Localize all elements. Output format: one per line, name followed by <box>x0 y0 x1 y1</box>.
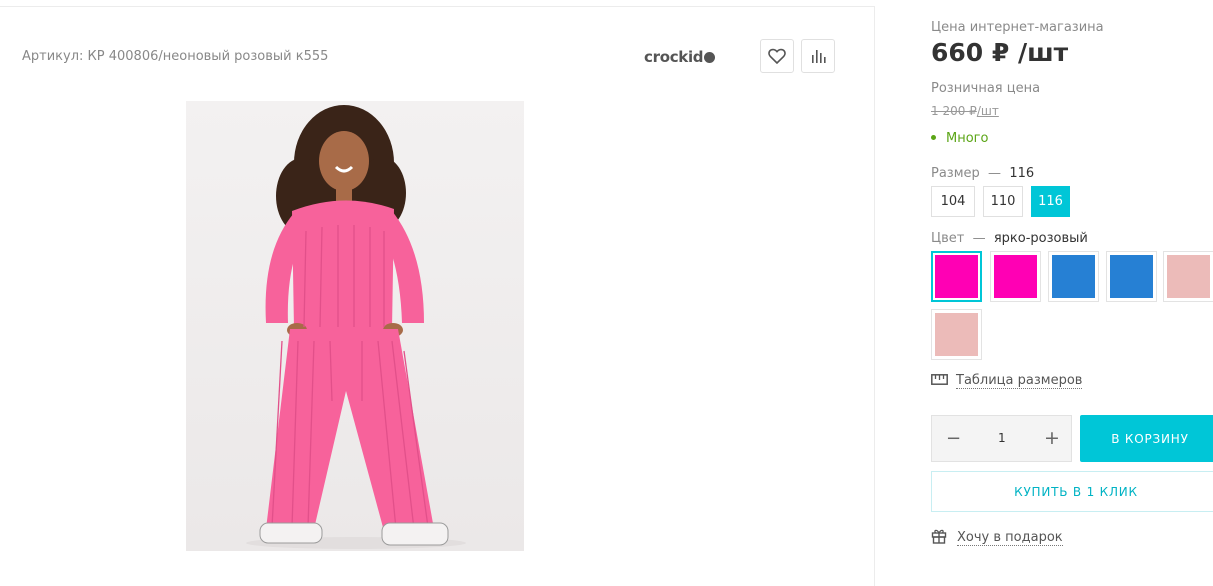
size-table-text: Таблица размеров <box>956 373 1083 389</box>
swatch-fill <box>1110 255 1153 298</box>
color-label: Цвет — ярко-розовый <box>931 231 1088 246</box>
compare-chart-icon <box>812 50 826 63</box>
product-photo[interactable] <box>186 101 524 551</box>
selected-color: ярко-розовый <box>993 231 1088 246</box>
gift-text: Хочу в подарок <box>957 530 1063 546</box>
decrease-quantity-button[interactable]: − <box>946 428 961 449</box>
swatch-fill <box>1052 255 1095 298</box>
size-option-104[interactable]: 104 <box>931 186 975 217</box>
stock-status: Много <box>931 131 988 146</box>
size-option-116[interactable]: 116 <box>1031 186 1070 217</box>
color-swatch[interactable] <box>990 251 1041 302</box>
color-swatch[interactable] <box>1163 251 1213 302</box>
increase-quantity-button[interactable]: + <box>1044 427 1060 449</box>
stock-text: Много <box>946 131 989 146</box>
color-label-text: Цвет <box>931 231 965 246</box>
retail-price: 1 200 ₽/шт <box>931 104 999 118</box>
buy-one-click-button[interactable]: КУПИТЬ В 1 КЛИК <box>931 471 1213 512</box>
article-number: Артикул: КР 400806/неоновый розовый к555 <box>22 49 329 64</box>
gift-link[interactable]: Хочу в подарок <box>931 528 1063 546</box>
brand-name: crockid <box>644 48 704 66</box>
color-swatch[interactable] <box>1106 251 1157 302</box>
swatch-fill <box>1167 255 1210 298</box>
swatch-fill <box>935 313 978 356</box>
quantity-stepper: − 1 + <box>931 415 1072 462</box>
size-option-110[interactable]: 110 <box>983 186 1023 217</box>
color-swatch[interactable] <box>931 251 982 302</box>
brand-mark-icon <box>704 52 716 63</box>
swatch-fill <box>935 255 978 298</box>
size-table-link[interactable]: Таблица размеров <box>931 373 1083 389</box>
swatch-fill <box>994 255 1037 298</box>
color-label-dash: — <box>972 231 986 246</box>
color-swatch[interactable] <box>931 309 982 360</box>
online-price-label: Цена интернет-магазина <box>931 20 1104 35</box>
favorite-button[interactable] <box>760 39 794 73</box>
retail-price-label: Розничная цена <box>931 81 1041 96</box>
retail-price-unit: /шт <box>976 104 999 118</box>
heart-icon <box>768 48 786 64</box>
quantity-value[interactable]: 1 <box>998 431 1006 445</box>
online-price: 660 ₽ /шт <box>931 38 1069 67</box>
child-in-pink-suit-image <box>246 105 466 549</box>
color-swatch[interactable] <box>1048 251 1099 302</box>
size-label: Размер — 116 <box>931 166 1034 181</box>
add-to-cart-button[interactable]: В КОРЗИНУ <box>1080 415 1213 462</box>
size-label-text: Размер <box>931 166 980 181</box>
stock-dot-icon <box>931 135 936 140</box>
selected-size: 116 <box>1009 166 1035 181</box>
brand-logo: crockid <box>644 48 716 66</box>
gift-icon <box>931 529 947 544</box>
size-label-dash: — <box>988 166 1002 181</box>
ruler-icon <box>931 374 948 385</box>
retail-price-old: 1 200 ₽ <box>931 104 977 118</box>
compare-button[interactable] <box>801 39 835 73</box>
